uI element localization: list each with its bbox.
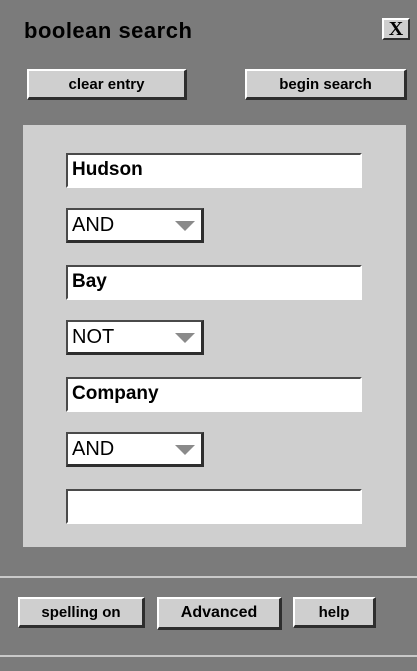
help-button[interactable]: help [293, 597, 376, 628]
operator-3-value: AND [72, 438, 115, 460]
operator-1-select[interactable]: AND [66, 208, 204, 243]
dropdown-arrow-icon [175, 221, 195, 231]
clear-entry-button[interactable]: clear entry [27, 69, 187, 100]
operator-3-select[interactable]: AND [66, 432, 204, 467]
search-term-3-input[interactable]: Company [66, 377, 362, 412]
operator-2-select[interactable]: NOT [66, 320, 204, 355]
advanced-button[interactable]: Advanced [157, 597, 282, 630]
boolean-search-panel: boolean search X clear entry begin searc… [0, 0, 417, 671]
begin-search-button[interactable]: begin search [245, 69, 407, 100]
divider [0, 576, 417, 578]
search-term-2-input[interactable]: Bay [66, 265, 362, 300]
dropdown-arrow-icon [175, 333, 195, 343]
divider [0, 655, 417, 657]
search-term-1-input[interactable]: Hudson [66, 153, 362, 188]
close-icon: X [388, 18, 404, 40]
spelling-toggle-button[interactable]: spelling on [18, 597, 145, 628]
operator-2-value: NOT [72, 326, 115, 348]
search-term-4-input[interactable] [66, 489, 362, 524]
close-button[interactable]: X [382, 18, 410, 40]
operator-1-value: AND [72, 214, 115, 236]
dropdown-arrow-icon [175, 445, 195, 455]
panel-title: boolean search [24, 18, 193, 43]
